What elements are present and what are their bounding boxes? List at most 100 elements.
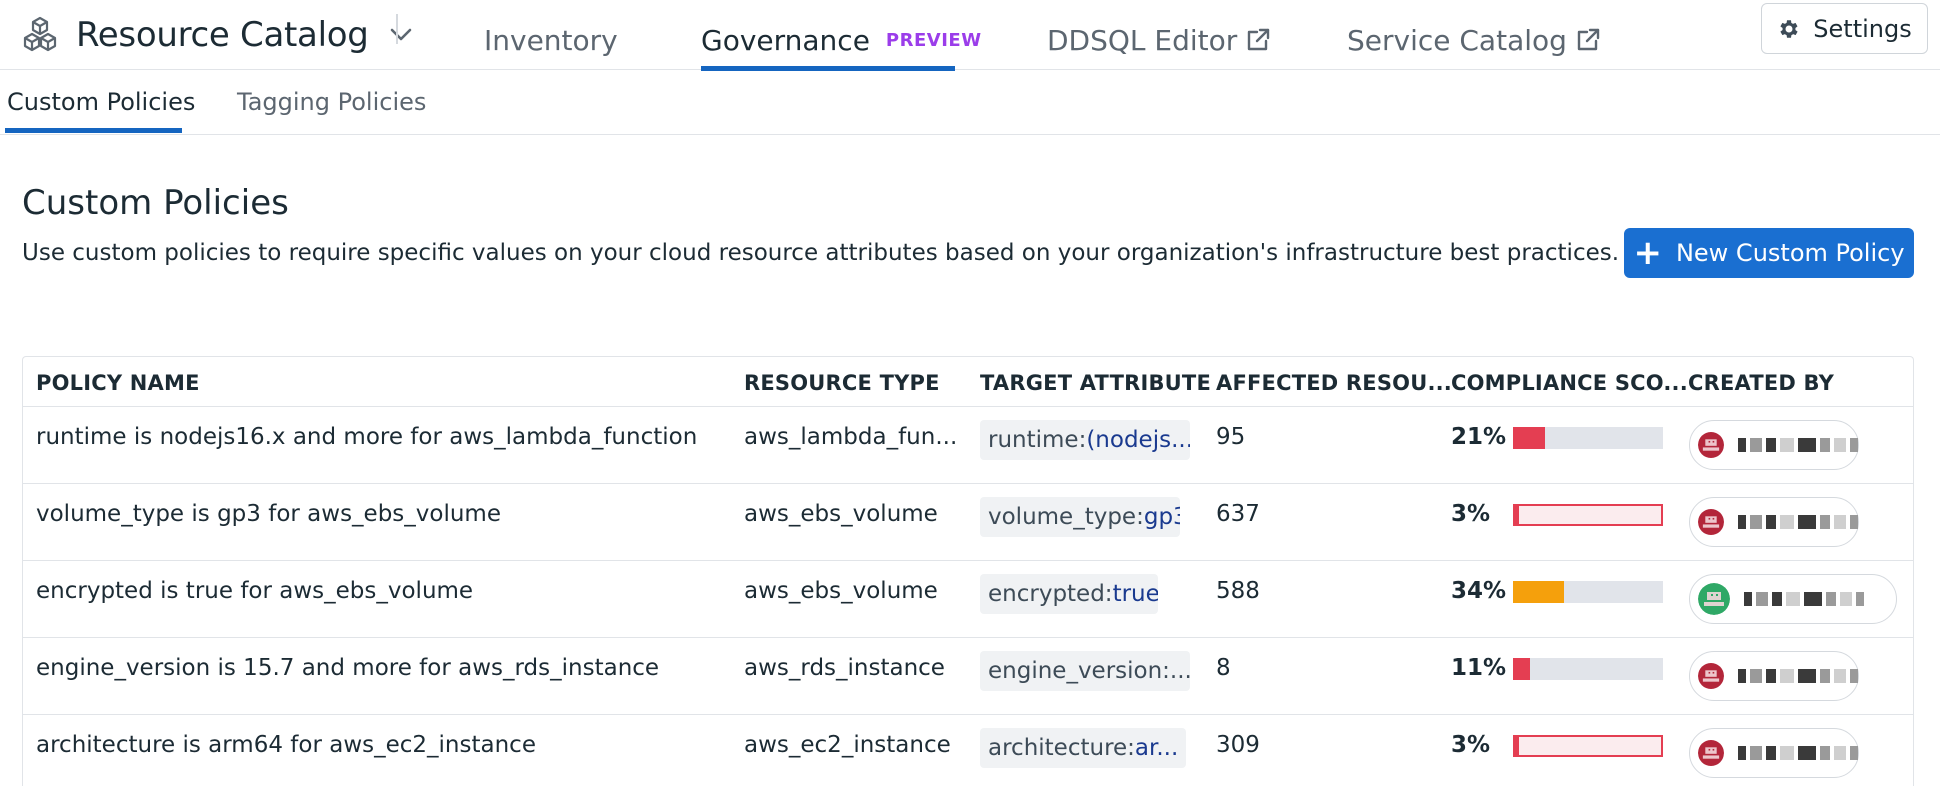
target-attribute-tag: encrypted: true bbox=[980, 574, 1158, 614]
table-row[interactable]: architecture is arm64 for aws_ec2_instan… bbox=[23, 715, 1913, 786]
tab-ddsql-editor[interactable]: DDSQL Editor bbox=[1047, 10, 1271, 70]
attribute-value: true bbox=[1112, 581, 1158, 607]
new-button-label: New Custom Policy bbox=[1675, 239, 1905, 267]
compliance-bar-fill bbox=[1513, 658, 1530, 680]
settings-label: Settings bbox=[1813, 14, 1912, 43]
policy-name[interactable]: runtime is nodejs16.x and more for aws_l… bbox=[36, 424, 697, 450]
column-header-compliance-score[interactable]: COMPLIANCE SCO... bbox=[1451, 371, 1688, 395]
redacted-username bbox=[1738, 436, 1858, 454]
app-brand[interactable]: Resource Catalog bbox=[18, 10, 415, 60]
avatar bbox=[1698, 583, 1730, 615]
compliance-score: 11% bbox=[1451, 655, 1507, 681]
column-header-created-by[interactable]: CREATED BY bbox=[1688, 371, 1834, 395]
tab-service-catalog[interactable]: Service Catalog bbox=[1347, 10, 1601, 70]
created-by-chip[interactable] bbox=[1689, 420, 1859, 470]
compliance-bar-fill bbox=[1513, 427, 1545, 449]
compliance-score: 3% bbox=[1451, 732, 1491, 758]
compliance-score: 34% bbox=[1451, 578, 1507, 604]
subtab-custom-policies[interactable]: Custom Policies bbox=[7, 88, 195, 116]
compliance-bar bbox=[1513, 735, 1663, 757]
column-header-affected-resources[interactable]: AFFECTED RESOU... bbox=[1216, 371, 1452, 395]
column-header-resource-type[interactable]: RESOURCE TYPE bbox=[744, 371, 940, 395]
cubes-icon bbox=[18, 13, 62, 57]
preview-badge: PREVIEW bbox=[885, 29, 982, 51]
compliance-bar bbox=[1513, 581, 1663, 603]
policies-table: POLICY NAME RESOURCE TYPE TARGET ATTRIBU… bbox=[22, 356, 1914, 786]
column-header-policy-name[interactable]: POLICY NAME bbox=[36, 371, 200, 395]
compliance-bar bbox=[1513, 504, 1663, 526]
target-attribute-tag: volume_type:gp3 bbox=[980, 497, 1180, 537]
gear-icon bbox=[1780, 19, 1798, 38]
compliance-bar-fill bbox=[1515, 737, 1519, 755]
resource-type: aws_ebs_volume bbox=[744, 578, 938, 604]
created-by-chip[interactable] bbox=[1689, 497, 1859, 547]
subtab-bar: Custom Policies Tagging Policies bbox=[0, 70, 1940, 135]
attribute-key: engine_version:... bbox=[988, 658, 1190, 684]
subtab-tagging-policies[interactable]: Tagging Policies bbox=[237, 88, 426, 116]
table-row[interactable]: volume_type is gp3 for aws_ebs_volume aws… bbox=[23, 484, 1913, 561]
created-by-chip[interactable] bbox=[1689, 728, 1859, 778]
affected-resources-count: 95 bbox=[1216, 424, 1246, 450]
compliance-score: 21% bbox=[1451, 424, 1507, 450]
target-attribute-tag: architecture: ar... bbox=[980, 728, 1187, 768]
compliance-bar bbox=[1513, 658, 1663, 680]
affected-resources-count: 637 bbox=[1216, 501, 1260, 527]
page-title: Custom Policies bbox=[22, 183, 289, 223]
created-by-chip[interactable] bbox=[1689, 574, 1897, 624]
settings-button[interactable]: Settings bbox=[1761, 3, 1928, 54]
tab-label: DDSQL Editor bbox=[1047, 23, 1238, 57]
policy-name[interactable]: encrypted is true for aws_ebs_volume bbox=[36, 578, 473, 604]
attribute-key: volume_type: bbox=[988, 504, 1144, 530]
resource-type: aws_rds_instance bbox=[744, 655, 945, 681]
app-title: Resource Catalog bbox=[76, 15, 369, 55]
attribute-key: architecture: bbox=[988, 735, 1135, 761]
compliance-bar bbox=[1513, 427, 1663, 449]
attribute-key: runtime: bbox=[988, 427, 1087, 453]
affected-resources-count: 309 bbox=[1216, 732, 1260, 758]
target-attribute-tag: runtime: (nodejs... bbox=[980, 420, 1190, 460]
target-attribute-tag: engine_version:... bbox=[980, 651, 1190, 691]
table-row[interactable]: engine_version is 15.7 and more for aws_… bbox=[23, 638, 1913, 715]
redacted-username bbox=[1738, 513, 1858, 531]
attribute-value: (nodejs... bbox=[1086, 427, 1190, 453]
tab-inventory[interactable]: Inventory bbox=[484, 10, 618, 70]
affected-resources-count: 588 bbox=[1216, 578, 1260, 604]
avatar bbox=[1698, 509, 1724, 535]
active-subtab-indicator bbox=[5, 128, 182, 133]
affected-resources-count: 8 bbox=[1216, 655, 1231, 681]
external-link-icon bbox=[1577, 28, 1600, 51]
resource-type: aws_ec2_instance bbox=[744, 732, 951, 758]
compliance-bar-fill bbox=[1513, 581, 1564, 603]
top-nav: Resource Catalog Inventory Governance PR… bbox=[0, 0, 1940, 71]
external-link-icon bbox=[1248, 28, 1270, 51]
policy-name[interactable]: volume_type is gp3 for aws_ebs_volume bbox=[36, 501, 501, 527]
tab-label: Inventory bbox=[484, 23, 618, 57]
table-row[interactable]: runtime is nodejs16.x and more for aws_l… bbox=[23, 407, 1913, 484]
tab-governance[interactable]: Governance PREVIEW bbox=[701, 10, 981, 71]
column-header-target-attribute[interactable]: TARGET ATTRIBUTE bbox=[980, 371, 1211, 395]
attribute-value: gp3 bbox=[1143, 504, 1180, 530]
policy-name[interactable]: engine_version is 15.7 and more for aws_… bbox=[36, 655, 659, 681]
avatar bbox=[1698, 740, 1724, 766]
tab-label: Service Catalog bbox=[1347, 23, 1567, 57]
tab-label: Governance bbox=[701, 23, 870, 57]
page-description: Use custom policies to require specific … bbox=[22, 240, 1620, 266]
resource-type: aws_lambda_fun... bbox=[744, 424, 958, 450]
table-row[interactable]: encrypted is true for aws_ebs_volume aws_… bbox=[23, 561, 1913, 638]
policy-name[interactable]: architecture is arm64 for aws_ec2_instan… bbox=[36, 732, 536, 758]
plus-icon: + bbox=[1633, 233, 1662, 273]
attribute-value: ar... bbox=[1134, 735, 1179, 761]
avatar bbox=[1698, 432, 1724, 458]
created-by-chip[interactable] bbox=[1689, 651, 1859, 701]
chevron-down-icon[interactable] bbox=[387, 21, 415, 49]
new-custom-policy-button[interactable]: + New Custom Policy bbox=[1624, 228, 1914, 278]
redacted-username bbox=[1744, 590, 1864, 608]
attribute-key: encrypted: bbox=[988, 581, 1113, 607]
redacted-username bbox=[1738, 667, 1858, 685]
avatar bbox=[1698, 663, 1724, 689]
resource-type: aws_ebs_volume bbox=[744, 501, 938, 527]
redacted-username bbox=[1738, 744, 1858, 762]
table-header: POLICY NAME RESOURCE TYPE TARGET ATTRIBU… bbox=[23, 357, 1913, 407]
compliance-bar-fill bbox=[1515, 506, 1519, 524]
compliance-score: 3% bbox=[1451, 501, 1491, 527]
